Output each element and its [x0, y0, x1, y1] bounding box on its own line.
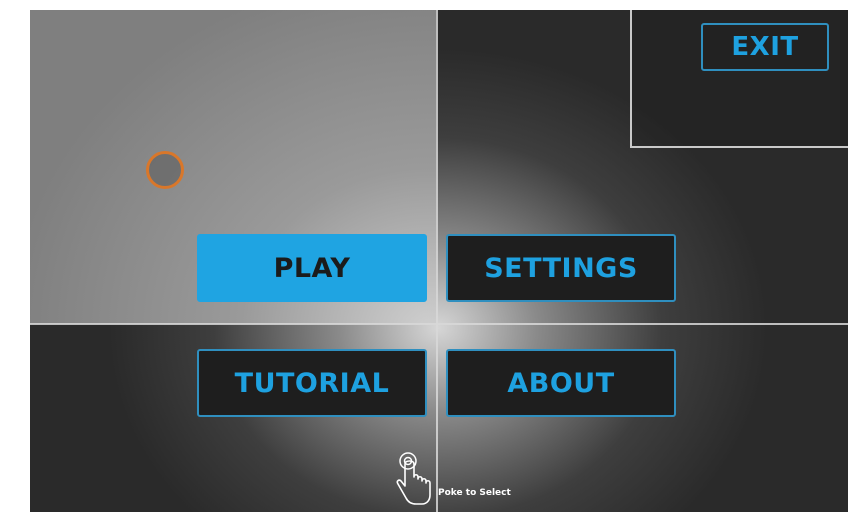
exit-button[interactable]: EXIT — [701, 23, 829, 71]
poke-hint: Poke to Select — [392, 450, 511, 512]
hint-label: Poke to Select — [438, 488, 511, 498]
play-button[interactable]: PLAY — [197, 234, 427, 302]
hand-pointer-icon — [392, 450, 436, 512]
about-button[interactable]: ABOUT — [446, 349, 676, 417]
ring-cursor-icon — [146, 151, 184, 189]
tutorial-button[interactable]: TUTORIAL — [197, 349, 427, 417]
settings-button[interactable]: SETTINGS — [446, 234, 676, 302]
vertical-divider — [436, 10, 438, 512]
horizontal-divider — [30, 323, 848, 325]
game-stage: EXIT PLAY SETTINGS TUTORIAL ABOUT Poke t… — [30, 10, 848, 512]
